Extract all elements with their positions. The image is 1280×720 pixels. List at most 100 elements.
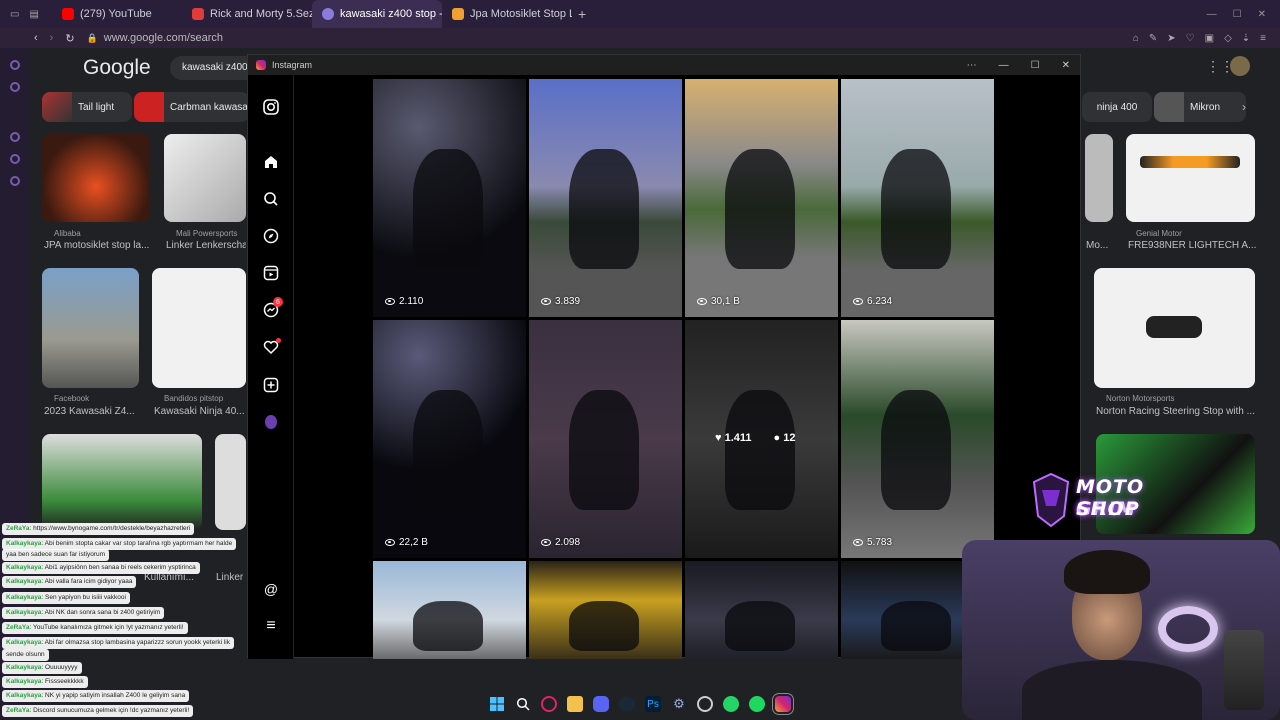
messages-icon[interactable]: 6 [261,297,283,320]
profile-icon[interactable] [261,412,281,432]
instagram-app-icon [256,60,266,70]
menu-icon[interactable]: ≡ [1260,33,1266,44]
instagram-logo-icon[interactable] [261,97,281,117]
sidebar-app-icon[interactable] [10,154,20,164]
reel-tile[interactable]: ♥ 1.411 ● 12 [685,320,838,558]
reel-tile[interactable]: 3.839 [529,79,682,317]
back-icon[interactable]: ‹ [34,32,38,44]
reel-tile[interactable] [373,561,526,659]
folder-icon[interactable] [567,696,583,712]
eye-icon [853,298,863,305]
reel-tile[interactable]: 30,1 B [685,79,838,317]
reel-tile[interactable]: 2.110 [373,79,526,317]
sidebar-toggle-icon[interactable]: ▭ [10,9,19,20]
result-title[interactable]: JPA motosiklet stop la... [44,240,152,251]
avatar[interactable] [1230,56,1250,76]
opera-icon[interactable] [541,696,557,712]
create-icon[interactable] [261,375,281,395]
reload-icon[interactable]: ↻ [65,32,74,45]
windows-icon[interactable] [489,696,505,712]
result-image[interactable] [1085,134,1113,222]
result-image[interactable] [164,134,246,222]
notifications-icon[interactable] [261,337,281,357]
photoshop-icon[interactable]: Ps [645,696,661,712]
url-field[interactable]: www.google.com/search [104,32,223,44]
spotify-icon[interactable] [749,696,765,712]
result-image[interactable] [215,434,246,530]
rider-silhouette [569,601,639,651]
result-image[interactable] [152,268,246,388]
moto-grim-shop-logo: MOTO GRIM SHOP [1028,470,1208,530]
maximize-icon[interactable]: ☐ [1031,60,1040,71]
send-icon[interactable]: ➤ [1167,33,1175,44]
minimize-icon[interactable]: — [999,60,1009,71]
sidebar-app-icon[interactable] [10,132,20,142]
chat-text: : Ouuuuyyyy [41,664,78,671]
chip-ninja-400[interactable]: ninja 400 [1082,92,1152,122]
maximize-icon[interactable]: ☐ [1233,9,1242,20]
sidebar-app-icon[interactable] [10,60,20,70]
steam-icon[interactable] [619,696,635,712]
sidebar-app-icon[interactable] [10,176,20,186]
reel-tile[interactable]: 5.783 [841,320,994,558]
result-title[interactable]: Norton Racing Steering Stop with ... [1096,406,1256,417]
home-icon[interactable] [261,152,281,172]
chip-thumbnail [42,92,72,122]
profile-avatar [265,415,277,429]
tab-rick-and-morty[interactable]: Rick and Morty 5.Sezon 4 [182,0,312,28]
streamer-shoulders [1022,660,1202,720]
reel-tile[interactable] [529,561,682,659]
google-logo[interactable]: Google [83,56,151,80]
reel-tile[interactable]: 2.098 [529,320,682,558]
chat-text: : Abi1 ayipsiönn ben sanaa bi reels ceke… [41,564,196,571]
tab-google-search[interactable]: kawasaki z400 stop - Goo [312,0,442,28]
download-icon[interactable]: ⇣ [1242,33,1250,44]
stream-chat: ZeRaYa: https://www.bynogame.com/tr/dest… [0,520,265,720]
result-image[interactable] [42,134,150,222]
forward-icon[interactable]: › [50,32,54,44]
result-title[interactable]: FRE938NER LIGHTECH A... [1128,240,1258,251]
sidebar-app-icon[interactable] [10,82,20,92]
reels-icon[interactable] [261,263,281,283]
tab-list-icon[interactable]: ▤ [29,9,38,20]
chip-carbman[interactable]: Carbman kawasa [134,92,249,122]
obs-icon[interactable] [697,696,713,712]
cube-icon[interactable]: ◇ [1224,33,1232,44]
close-icon[interactable]: ✕ [1258,9,1266,20]
result-title[interactable]: Mo... [1086,240,1114,251]
wallet-icon[interactable]: ▣ [1205,33,1214,44]
whatsapp-icon[interactable] [723,696,739,712]
explore-icon[interactable] [261,226,281,246]
eye-icon [541,539,551,546]
result-image[interactable] [1094,268,1255,388]
reel-tile[interactable]: 22,2 B [373,320,526,558]
new-tab-button[interactable]: + [578,6,586,22]
result-image[interactable] [42,434,202,530]
chip-mikron[interactable]: Mikron [1154,92,1246,122]
reel-tile[interactable] [685,561,838,659]
chevron-right-icon[interactable]: › [1242,100,1246,114]
result-image[interactable] [1126,134,1255,222]
tab-jpa-motosiklet[interactable]: Jpa Motosiklet Stop Lamb [442,0,572,28]
instagram-title-bar: Instagram ⋯ — ☐ ✕ [248,55,1080,75]
chat-text: yaa ben sadece suan far istiyorum [6,551,105,558]
camera-icon[interactable]: ⌂ [1133,33,1139,44]
heart-icon[interactable]: ♡ [1186,33,1195,44]
edit-icon[interactable]: ✎ [1149,33,1157,44]
discord-icon[interactable] [593,696,609,712]
settings-icon[interactable]: ⚙ [671,696,687,712]
close-icon[interactable]: ✕ [1062,60,1070,71]
search-icon[interactable] [261,189,281,209]
reel-tile[interactable]: 6.234 [841,79,994,317]
view-count: 30,1 B [697,296,740,307]
result-title[interactable]: 2023 Kawasaki Z4... [44,406,144,417]
result-image[interactable] [42,268,139,388]
result-title[interactable]: Linker Lenkerscha... [166,240,246,251]
search-icon[interactable] [515,696,531,712]
more-options-icon[interactable]: ⋯ [967,60,977,71]
chip-tail-light[interactable]: Tail light [42,92,132,122]
tab-youtube[interactable]: (279) YouTube [52,0,182,28]
instagram-icon[interactable] [772,693,794,715]
result-title[interactable]: Kawasaki Ninja 40... [154,406,246,417]
minimize-icon[interactable]: — [1207,9,1217,20]
